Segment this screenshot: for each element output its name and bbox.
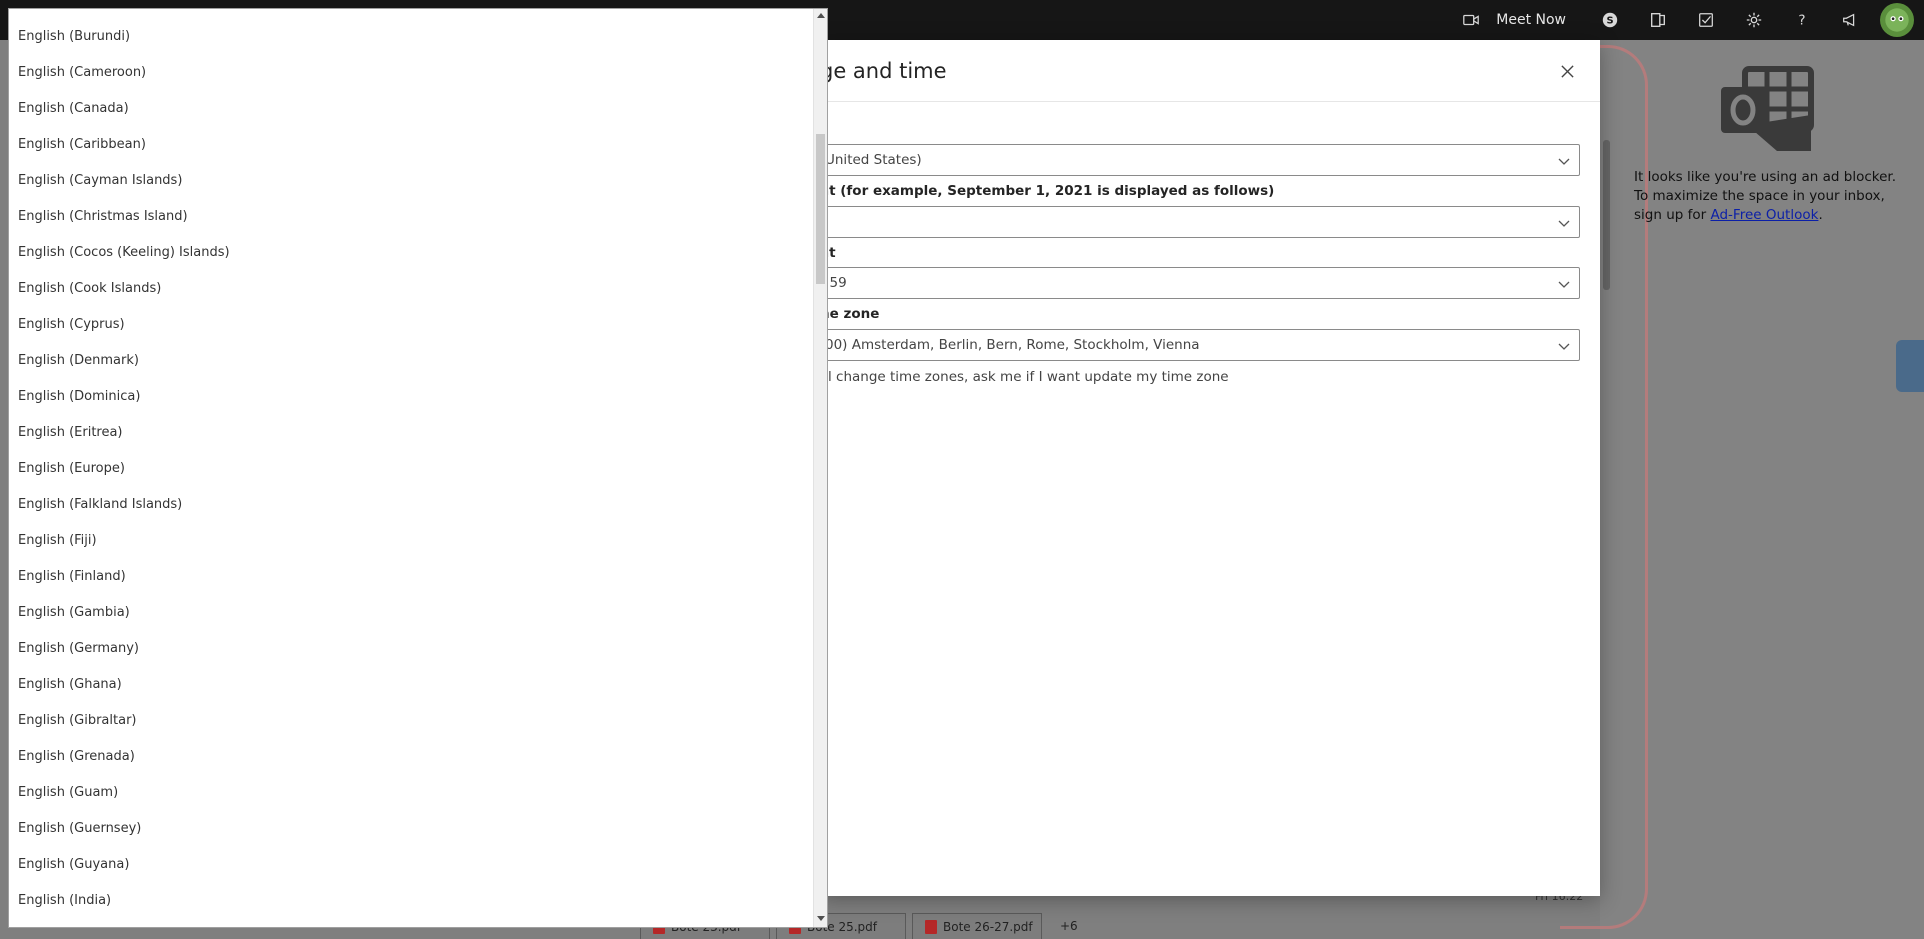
language-option[interactable]: English (Europe): [9, 451, 814, 487]
language-option[interactable]: English (Cameroon): [9, 55, 814, 91]
attachment-name: Bote 26-27.pdf: [943, 919, 1033, 934]
side-panel-tab[interactable]: [1896, 340, 1924, 392]
chevron-down-icon: [1558, 343, 1570, 350]
pdf-icon: [925, 919, 937, 934]
video-camera-icon[interactable]: [1456, 0, 1486, 40]
language-option[interactable]: English (Germany): [9, 631, 814, 667]
dropdown-scrollbar[interactable]: [813, 9, 827, 927]
language-option[interactable]: English (Cook Islands): [9, 271, 814, 307]
close-button[interactable]: [1556, 60, 1578, 82]
chevron-down-icon: [1558, 158, 1570, 165]
scrollbar-thumb[interactable]: [816, 134, 825, 284]
language-option[interactable]: English (Cocos (Keeling) Islands): [9, 235, 814, 271]
timezone-prompt-option[interactable]: l change time zones, ask me if I want up…: [828, 369, 1229, 385]
language-option[interactable]: English (Guyana): [9, 847, 814, 883]
ad-blocker-suffix: .: [1818, 207, 1823, 223]
language-option[interactable]: English (Falkland Islands): [9, 487, 814, 523]
language-option[interactable]: English (Gibraltar): [9, 703, 814, 739]
language-time-dialog: ge and time United States) at (for examp…: [820, 40, 1600, 896]
language-option[interactable]: English (Cyprus): [9, 307, 814, 343]
date-format-label: at (for example, September 1, 2021 is di…: [820, 183, 1275, 199]
close-icon: [1560, 64, 1574, 78]
office-icon[interactable]: [1634, 0, 1682, 40]
chevron-down-icon: [1558, 220, 1570, 227]
avatar[interactable]: [1880, 3, 1914, 37]
top-actions: Meet Now S ?: [1456, 0, 1924, 40]
option-list: English (Burundi) English (Cameroon) Engli…: [9, 19, 814, 919]
todo-icon[interactable]: [1682, 0, 1730, 40]
language-option[interactable]: English (India): [9, 883, 814, 919]
language-select-value: United States): [825, 152, 922, 168]
scroll-up-icon[interactable]: [817, 13, 825, 18]
more-attachments[interactable]: +6: [1060, 913, 1078, 939]
language-option[interactable]: English (Finland): [9, 559, 814, 595]
meet-now-button[interactable]: Meet Now: [1496, 0, 1566, 40]
dialog-header: ge and time: [820, 40, 1600, 102]
language-select[interactable]: United States): [820, 144, 1580, 176]
language-option[interactable]: English (Canada): [9, 91, 814, 127]
ad-free-outlook-link[interactable]: Ad-Free Outlook: [1710, 207, 1818, 223]
language-option[interactable]: English (Guernsey): [9, 811, 814, 847]
language-option[interactable]: English (Eritrea): [9, 415, 814, 451]
language-dropdown-list[interactable]: English (Burundi) English (Cameroon) Engli…: [8, 8, 828, 928]
time-zone-label: ne zone: [820, 306, 880, 322]
svg-text:?: ?: [1798, 13, 1805, 29]
language-option[interactable]: English (Dominica): [9, 379, 814, 415]
help-icon[interactable]: ?: [1778, 0, 1826, 40]
language-option[interactable]: English (Christmas Island): [9, 199, 814, 235]
language-option[interactable]: English (Cayman Islands): [9, 163, 814, 199]
time-format-value: :59: [825, 275, 847, 291]
skype-icon[interactable]: S: [1586, 0, 1634, 40]
reading-pane-scrollbar[interactable]: [1603, 140, 1610, 290]
language-option[interactable]: English (Burundi): [9, 19, 814, 55]
svg-text:S: S: [1606, 16, 1613, 27]
language-option[interactable]: English (Guam): [9, 775, 814, 811]
outlook-icon: [1717, 65, 1817, 155]
time-zone-value: 00) Amsterdam, Berlin, Bern, Rome, Stock…: [825, 337, 1200, 353]
ad-blocker-message: It looks like you're using an ad blocker…: [1634, 168, 1904, 225]
megaphone-icon[interactable]: [1826, 0, 1874, 40]
time-format-select[interactable]: :59: [820, 267, 1580, 299]
language-option[interactable]: English (Caribbean): [9, 127, 814, 163]
language-option[interactable]: English (Fiji): [9, 523, 814, 559]
gear-icon[interactable]: [1730, 0, 1778, 40]
language-option[interactable]: English (Denmark): [9, 343, 814, 379]
language-option[interactable]: English (Gambia): [9, 595, 814, 631]
language-option[interactable]: English (Ghana): [9, 667, 814, 703]
date-format-select[interactable]: [820, 206, 1580, 238]
scroll-down-icon[interactable]: [817, 916, 825, 921]
dialog-title: ge and time: [820, 59, 947, 83]
attachment-chip[interactable]: Bote 26-27.pdf: [912, 913, 1042, 939]
chevron-down-icon: [1558, 281, 1570, 288]
language-option[interactable]: English (Grenada): [9, 739, 814, 775]
time-zone-select[interactable]: 00) Amsterdam, Berlin, Bern, Rome, Stock…: [820, 329, 1580, 361]
